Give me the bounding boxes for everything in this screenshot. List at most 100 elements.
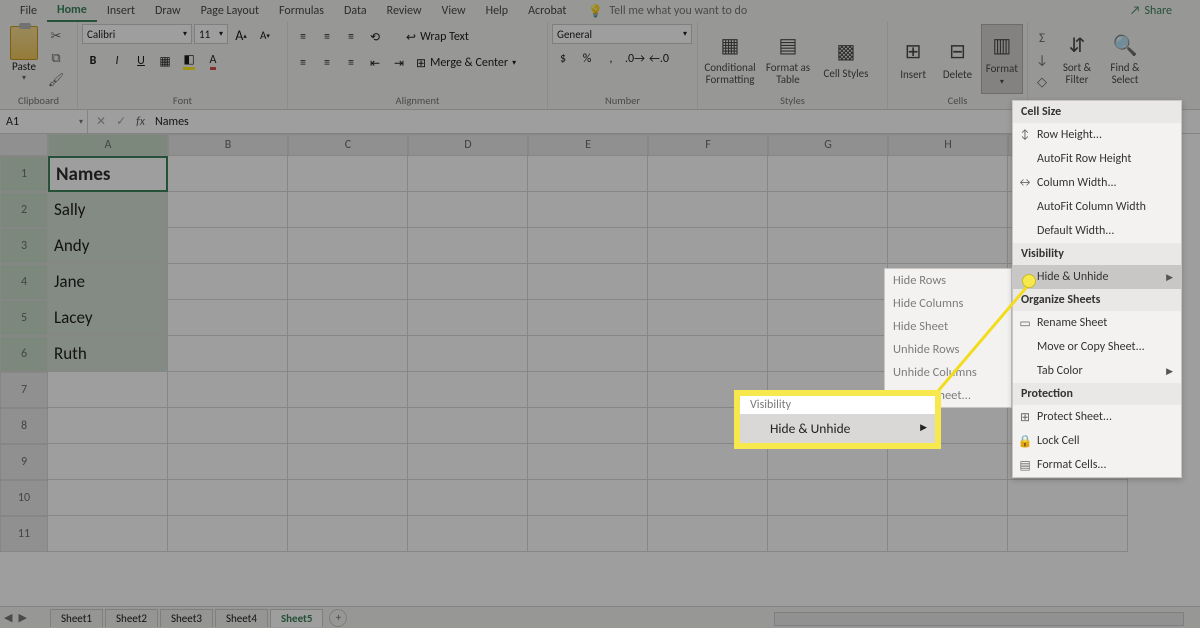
cell-D1[interactable] — [408, 156, 528, 192]
sheet-tab-sheet3[interactable]: Sheet3 — [160, 609, 213, 627]
cell-A10[interactable] — [48, 480, 168, 516]
tab-help[interactable]: Help — [476, 1, 519, 21]
underline-button[interactable]: U — [130, 50, 152, 72]
column-header-G[interactable]: G — [768, 134, 888, 156]
tab-view[interactable]: View — [432, 1, 476, 21]
cell-G1[interactable] — [768, 156, 888, 192]
share-button[interactable]: ↗ Share — [1130, 4, 1172, 18]
decrease-decimal-button[interactable]: ←.0 — [648, 48, 670, 70]
find-select-button[interactable]: 🔍Find & Select — [1102, 24, 1148, 94]
italic-button[interactable]: I — [106, 50, 128, 72]
menu-item-column-width-[interactable]: ↔Column Width... — [1013, 171, 1181, 195]
cell-F11[interactable] — [648, 516, 768, 552]
increase-decimal-button[interactable]: .0→ — [624, 48, 646, 70]
menu-item-row-height-[interactable]: ↕Row Height... — [1013, 123, 1181, 147]
cell-B10[interactable] — [168, 480, 288, 516]
cell-B8[interactable] — [168, 408, 288, 444]
cell-H2[interactable] — [888, 192, 1008, 228]
cell-A4[interactable]: Jane — [48, 264, 168, 300]
tell-me-search[interactable]: 💡 Tell me what you want to do — [588, 4, 747, 19]
cell-H10[interactable] — [888, 480, 1008, 516]
sheet-nav-next[interactable]: ▶ — [18, 611, 26, 624]
cell-F9[interactable] — [648, 444, 768, 480]
row-header-7[interactable]: 7 — [0, 372, 48, 408]
cell-styles-button[interactable]: ▩Cell Styles — [818, 24, 874, 94]
row-header-5[interactable]: 5 — [0, 300, 48, 336]
cell-B5[interactable] — [168, 300, 288, 336]
cell-I10[interactable] — [1008, 480, 1128, 516]
column-header-A[interactable]: A — [48, 134, 168, 156]
font-color-button[interactable]: A — [202, 50, 224, 72]
cell-C8[interactable] — [288, 408, 408, 444]
paste-button[interactable]: Paste ▾ — [4, 24, 44, 94]
cell-C9[interactable] — [288, 444, 408, 480]
cell-F1[interactable] — [648, 156, 768, 192]
format-cells-button[interactable]: ▥Format▾ — [981, 24, 1023, 94]
menu-item-autofit-row-height[interactable]: AutoFit Row Height — [1013, 147, 1181, 171]
currency-button[interactable]: $ — [552, 48, 574, 70]
clear-button[interactable]: ◇ — [1032, 72, 1052, 92]
cell-G11[interactable] — [768, 516, 888, 552]
wrap-text-button[interactable]: ↩Wrap Text — [402, 26, 473, 48]
submenu-item-unhide-columns[interactable]: Unhide Columns — [885, 361, 1011, 384]
cell-F5[interactable] — [648, 300, 768, 336]
fill-button[interactable]: ↓ — [1032, 50, 1052, 70]
font-size-combo[interactable]: 11▾ — [194, 24, 228, 44]
cell-H11[interactable] — [888, 516, 1008, 552]
cell-G4[interactable] — [768, 264, 888, 300]
cell-E3[interactable] — [528, 228, 648, 264]
percent-button[interactable]: % — [576, 48, 598, 70]
cell-H1[interactable] — [888, 156, 1008, 192]
format-as-table-button[interactable]: ▤Format as Table — [760, 24, 816, 94]
row-header-10[interactable]: 10 — [0, 480, 48, 516]
sheet-tab-sheet4[interactable]: Sheet4 — [215, 609, 268, 627]
cell-D2[interactable] — [408, 192, 528, 228]
cell-H3[interactable] — [888, 228, 1008, 264]
align-middle-button[interactable]: ≡ — [316, 26, 338, 48]
cell-F10[interactable] — [648, 480, 768, 516]
copy-button[interactable]: ⧉ — [46, 48, 66, 68]
menu-item-tab-color[interactable]: Tab Color▶ — [1013, 359, 1181, 383]
menu-item-default-width-[interactable]: Default Width... — [1013, 219, 1181, 243]
tab-data[interactable]: Data — [334, 1, 377, 21]
conditional-formatting-button[interactable]: ▦Conditional Formatting — [702, 24, 758, 94]
menu-item-rename-sheet[interactable]: ▭Rename Sheet — [1013, 311, 1181, 335]
cell-E9[interactable] — [528, 444, 648, 480]
insert-cells-button[interactable]: ⊞Insert — [892, 24, 934, 94]
delete-cells-button[interactable]: ⊟Delete — [936, 24, 978, 94]
row-header-2[interactable]: 2 — [0, 192, 48, 228]
cell-C7[interactable] — [288, 372, 408, 408]
cell-C2[interactable] — [288, 192, 408, 228]
add-sheet-button[interactable]: + — [329, 609, 347, 627]
row-header-11[interactable]: 11 — [0, 516, 48, 552]
cell-B9[interactable] — [168, 444, 288, 480]
cell-B4[interactable] — [168, 264, 288, 300]
cell-C11[interactable] — [288, 516, 408, 552]
cell-D10[interactable] — [408, 480, 528, 516]
cell-G6[interactable] — [768, 336, 888, 372]
cancel-formula-icon[interactable]: ✕ — [96, 114, 106, 129]
cell-A9[interactable] — [48, 444, 168, 480]
decrease-indent-button[interactable]: ⇤ — [364, 52, 386, 74]
cell-A5[interactable]: Lacey — [48, 300, 168, 336]
cell-G3[interactable] — [768, 228, 888, 264]
row-header-1[interactable]: 1 — [0, 156, 48, 192]
cell-E4[interactable] — [528, 264, 648, 300]
menu-item-autofit-column-width[interactable]: AutoFit Column Width — [1013, 195, 1181, 219]
sheet-nav-prev[interactable]: ◀ — [4, 611, 12, 624]
cell-E11[interactable] — [528, 516, 648, 552]
row-header-6[interactable]: 6 — [0, 336, 48, 372]
merge-center-button[interactable]: ⊞Merge & Center▾ — [412, 52, 520, 74]
sheet-tab-sheet1[interactable]: Sheet1 — [50, 609, 103, 627]
cell-B3[interactable] — [168, 228, 288, 264]
tab-review[interactable]: Review — [377, 1, 432, 21]
cell-G10[interactable] — [768, 480, 888, 516]
select-all-corner[interactable] — [0, 134, 48, 156]
align-left-button[interactable]: ≡ — [292, 52, 314, 74]
cell-B11[interactable] — [168, 516, 288, 552]
menu-item-move-or-copy-sheet-[interactable]: Move or Copy Sheet... — [1013, 335, 1181, 359]
column-header-D[interactable]: D — [408, 134, 528, 156]
increase-indent-button[interactable]: ⇥ — [388, 52, 410, 74]
increase-font-button[interactable]: A▴ — [230, 24, 252, 46]
number-format-combo[interactable]: General▾ — [552, 24, 692, 44]
